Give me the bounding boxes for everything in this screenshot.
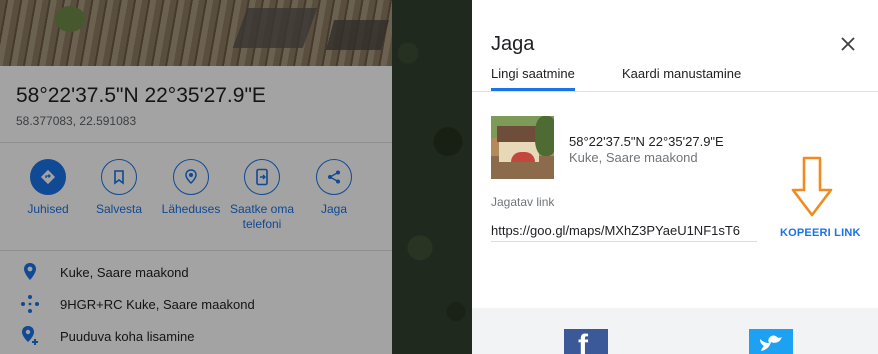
- summary-title: 58°22'37.5"N 22°35'27.9"E: [569, 134, 724, 149]
- social-share-strip: f: [472, 308, 878, 354]
- tab-divider: [472, 91, 878, 92]
- link-label: Jagatav link: [491, 195, 555, 209]
- modal-backdrop[interactable]: [0, 0, 472, 354]
- share-dialog: Jaga Lingi saatmine Kaardi manustamine 5…: [472, 0, 878, 354]
- copy-link-button[interactable]: KOPEERI LINK: [780, 227, 861, 239]
- dialog-title: Jaga: [491, 33, 535, 55]
- tab-send-link[interactable]: Lingi saatmine: [491, 66, 575, 81]
- arrow-down-icon: [791, 156, 833, 217]
- close-icon: [841, 37, 855, 51]
- facebook-share-button[interactable]: f: [564, 329, 608, 354]
- place-thumbnail: [491, 116, 554, 179]
- twitter-icon: [760, 335, 782, 351]
- summary-subtitle: Kuke, Saare maakond: [569, 150, 698, 165]
- tab-embed-map[interactable]: Kaardi manustamine: [622, 66, 741, 81]
- facebook-icon: f: [578, 329, 588, 354]
- thumb-umbrella: [511, 152, 535, 162]
- twitter-share-button[interactable]: [749, 329, 793, 354]
- share-link-input[interactable]: [491, 220, 757, 242]
- close-button[interactable]: [836, 32, 860, 56]
- thumb-tree: [535, 116, 554, 156]
